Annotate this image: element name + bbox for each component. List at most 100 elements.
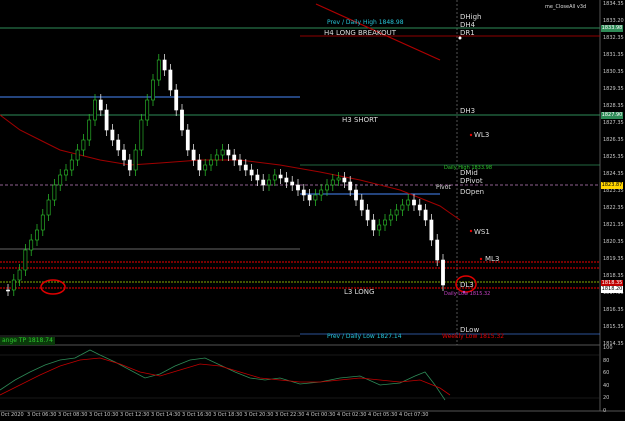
price-axis-label: 1815.35 [603,324,624,330]
candle-body [11,279,16,291]
candle-body [81,139,86,151]
tag-pivot: 1823.87 [601,182,623,189]
candle-body [284,177,289,183]
chart-svg [0,0,625,412]
time-axis-label: 3 Oct 22:30 [275,412,305,418]
price-axis-label: 1821.35 [603,222,624,228]
candle-body [93,99,97,121]
candle-body [429,219,434,241]
candle-body [243,164,248,171]
time-axis-label: 3 Oct 14:30 [151,412,181,418]
price-axis-label: 1816.35 [603,307,624,313]
label-ml3: ML3 [485,255,500,263]
candle-body [220,149,225,156]
candle-body [359,199,364,211]
candle-body [301,189,306,196]
candle-body [75,149,80,161]
time-axis-label: 4 Oct 00:30 [306,412,336,418]
candle-body [313,194,318,201]
price-axis-label: 1818.35 [603,273,624,279]
time-axis-label: 4 Oct 02:30 [337,412,367,418]
candle-body [371,219,376,231]
annotation-daily-high: Daily High 1833.98 [444,165,492,171]
price-axis-label: 1826.35 [603,137,624,143]
candle-body [342,177,347,183]
candle-body [191,149,196,161]
time-axis-label: 3 Oct 10:30 [89,412,119,418]
candle-body [377,224,382,231]
annotation-daily-low-small: Daily Low 1815.32 [444,291,491,297]
candle-body [17,269,22,281]
label-dhigh: DHigh [460,13,482,21]
candle-body [214,154,219,161]
candle-body [394,209,399,216]
oscillator-axis-label: 20 [603,395,610,401]
candle-body [174,89,179,111]
candle-body [69,159,74,171]
candle-body [348,181,353,191]
oscillator-axis-label: 100 [603,345,613,351]
candle-body [58,174,63,186]
candle-body [151,79,155,101]
time-axis-label: 3 Oct 16:30 [182,412,212,418]
candle-body [249,169,254,176]
candle-body [145,99,150,121]
candle-body [383,219,387,226]
candle-body [423,209,428,221]
candle-body [330,179,335,186]
label-ws1: WS1 [474,228,490,236]
candle-body [226,149,231,156]
candle-body [133,149,138,171]
candle-body [267,179,271,186]
tag-h3: 1827.90 [601,112,623,119]
candle-body [354,189,358,201]
label-dopen: DOpen [460,188,485,196]
time-axis-label: 3 Oct 12:30 [120,412,150,418]
oscillator-axis-label: 60 [603,370,610,376]
label-pivot: Pivot [436,184,451,191]
candle-body [412,199,416,206]
candle-body [29,239,34,251]
oscillator-axis-label: 40 [603,382,610,389]
price-axis-label: 1825.35 [603,154,624,160]
candle-body [406,199,411,206]
label-dl3: DL3 [460,281,474,289]
annotation-h3-short: H3 SHORT [342,116,378,124]
candle-body [261,179,266,186]
annotation-weekly-low: Weekly Low 1815.32 [442,333,505,340]
candle-body [156,59,161,81]
candle-body [238,159,242,166]
price-axis-label: 1820.35 [603,239,624,245]
price-axis-label: 1830.35 [603,69,624,75]
candle-body [388,214,393,221]
candle-body [325,184,329,191]
candle-body [64,169,68,176]
candle-body [296,184,300,191]
candle-body [104,109,109,131]
candle-body [180,109,184,131]
candle-body [139,119,144,151]
candle-body [319,189,324,196]
range-tp-label: ange TP 1818.74 [0,337,55,345]
candle-body [307,194,312,201]
label-dr1: DR1 [460,29,475,37]
annotation-l3-long: L3 LONG [344,288,375,296]
candle-body [278,174,283,179]
candle-body [162,59,167,71]
candle-body [197,159,202,171]
price-axis-label: 1824.35 [603,171,624,177]
candle-body [23,249,28,271]
candle-body [127,159,132,171]
price-axis-label: 1819.35 [603,256,624,262]
time-axis-label: 3 Oct 18:30 [213,412,243,418]
candle-body [232,154,237,161]
candle-body [116,139,121,151]
candle-body [336,177,341,181]
label-dh3: DH3 [460,107,476,115]
time-axis-label: 3 Oct 06:30 [27,412,57,418]
price-axis-label: 1828.35 [603,103,624,109]
candle-body [98,99,103,111]
annotation-prev-daily-high: Prev / Daily High 1848.98 [327,19,404,26]
label-dh4: DH4 [460,21,476,29]
candle-body [87,119,92,141]
